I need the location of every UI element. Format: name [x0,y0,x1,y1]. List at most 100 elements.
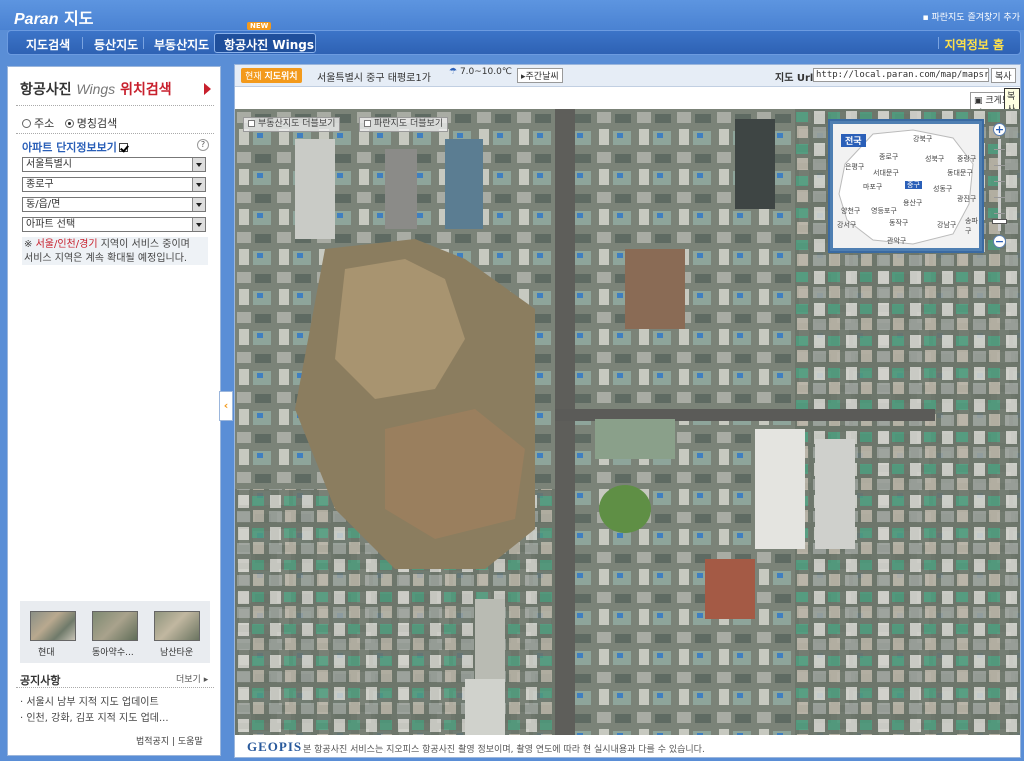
thumb-image-hyundai[interactable] [30,611,76,641]
paran-overlay-toggle[interactable]: 파란지도 더블보기 [359,117,449,132]
overview-tag[interactable]: 전국 [841,134,866,147]
nav-divider [82,37,83,49]
nav-divider [938,37,939,49]
weather-icon: ☂ [449,67,458,77]
dropdown-arrow-icon [192,198,205,211]
logo-service: 지도 [64,9,94,28]
district-label[interactable]: 강북구 [913,134,932,144]
district-label[interactable]: 양천구 [841,206,860,216]
district-label[interactable]: 종로구 [879,152,898,162]
radio-name-label: 명칭검색 [76,117,118,130]
top-bar: Paran 지도 ▪ 파란지도 즐겨찾기 추가 [0,0,1024,30]
realty-overlay-toggle[interactable]: 부동산지도 더블보기 [243,117,341,132]
weather-temp: 7.0~10.0℃ [459,67,512,77]
zoom-track[interactable] [998,139,1001,231]
zoom-control: + − [987,119,1011,253]
curloc-strong: 지도위치 [264,72,298,82]
apt-info-toggle: 아파트 단지정보보기 [22,139,128,155]
district-label[interactable]: 성동구 [933,184,952,194]
district-label[interactable]: 중랑구 [957,154,976,164]
highlight-text: 중구 [905,181,922,189]
radio-name-search[interactable] [64,119,74,128]
legal-link[interactable]: 법적공지 [136,737,169,747]
nav-aerial-wings[interactable]: 항공사진 Wings [224,36,314,53]
district-label[interactable]: 동작구 [889,218,908,228]
curloc-label: 현재 [245,72,262,82]
title-search: 위치검색 [120,82,172,98]
divider [16,105,214,106]
map-footer: GEOPIS 본 항공사진 서비스는 지오피스 항공사진 촬영 정보이며, 촬영… [235,737,1020,757]
thumb-label[interactable]: 현대 [38,645,55,658]
divider [16,133,214,134]
collapse-panel-button[interactable]: ‹ [219,391,233,421]
thumb-image-namsan[interactable] [154,611,200,641]
district-label[interactable]: 송파구 [965,216,979,236]
weekly-weather-button[interactable]: ▸주간날씨 [517,68,563,83]
help-link[interactable]: 도움말 [178,737,203,747]
help-icon[interactable]: ? [197,139,209,151]
weather-info: ☂ 7.0~10.0℃ [449,67,512,77]
minimap-canvas: 전국 강북구 종로구 성북구 중랑구 은평구 동대문구 서대문구 마포구 중구 … [833,124,979,248]
announcements-more[interactable]: 더보기 ▸ [176,672,208,685]
aerial-photo-map[interactable]: 부동산지도 더블보기 파란지도 더블보기 전국 강북구 종로구 성북구 중랑구 … [235,109,1020,735]
radio-address[interactable] [22,119,31,128]
panel-arrow-icon[interactable] [204,83,211,95]
more-label: 더보기 [176,675,201,685]
nav-map-search[interactable]: 지도검색 [26,36,70,53]
paran-logo[interactable]: Paran 지도 [14,5,94,29]
thumb-image-donga[interactable] [92,611,138,641]
district-label-highlight[interactable]: 중구 [905,180,922,190]
district-label[interactable]: 광진구 [957,194,976,204]
logo-brand: Paran [14,11,59,28]
copy-url-button[interactable]: 복사 [991,68,1016,83]
dropdown-arrow-icon [192,178,205,191]
zoom-slider-handle[interactable] [992,219,1007,224]
select-apartment-value: 아파트 선택 [26,219,76,230]
select-city[interactable]: 서울특별시 [22,157,206,172]
divider [16,687,214,688]
district-label[interactable]: 마포구 [863,182,882,192]
paran-overlay-label: 파란지도 더블보기 [374,119,444,129]
current-location-badge: 현재 지도위치 [241,68,302,83]
radio-address-label: 주소 [34,117,55,130]
dropdown-arrow-icon [192,218,205,231]
select-district[interactable]: 종로구 [22,177,206,192]
favorites-link[interactable]: ▪ 파란지도 즐겨찾기 추가 [923,10,1021,23]
map-container: 현재 지도위치 서울특별시 중구 태평로1가 ☂ 7.0~10.0℃ ▸주간날씨… [234,64,1021,758]
geopis-logo: GEOPIS [247,739,303,754]
district-label[interactable]: 영등포구 [871,206,897,216]
nav-realty-map[interactable]: 부동산지도 [154,36,209,53]
nav-hiking-map[interactable]: 등산지도 [94,36,138,53]
overview-minimap[interactable]: 전국 강북구 종로구 성북구 중랑구 은평구 동대문구 서대문구 마포구 중구 … [828,119,984,253]
thumb-label[interactable]: 남산타운 [160,645,193,658]
apt-info-checkbox[interactable] [118,143,128,152]
select-apartment[interactable]: 아파트 선택 [22,217,206,232]
zoom-tick [994,165,1005,166]
district-label[interactable]: 용산구 [903,198,922,208]
zoom-out-icon[interactable]: − [993,235,1006,248]
checkbox-icon [364,120,371,127]
district-label[interactable]: 서대문구 [873,168,899,178]
map-url-field[interactable]: http://local.paran.com/map/mapsrch_w [813,68,989,82]
announcement-item[interactable]: · 서울시 남부 지적 지도 업데이트 [20,693,159,708]
notice-highlight: 서울/인천/경기 [35,239,98,250]
map-url-label: 지도 Url [775,73,814,84]
thumb-label[interactable]: 동아약수... [92,645,134,658]
district-label[interactable]: 강서구 [837,220,856,230]
select-dong-value: 동/읍/면 [26,199,61,210]
district-label[interactable]: 은평구 [845,162,864,172]
district-label[interactable]: 관악구 [887,236,906,246]
district-label[interactable]: 강남구 [937,220,956,230]
district-label[interactable]: 동대문구 [947,168,973,178]
apartment-thumbnails: 현대 동아약수... 남산타운 [20,601,210,663]
zoom-in-icon[interactable]: + [993,123,1006,136]
service-notice: ※ 서울/인천/경기 지역이 서비스 중이며 서비스 지역은 계속 확대될 예정… [22,237,208,265]
select-district-value: 종로구 [26,179,54,190]
region-info-home[interactable]: 지역정보 홈 [945,36,1004,53]
announcement-item[interactable]: · 인천, 강화, 김포 지적 지도 업데... [20,709,169,724]
select-dong[interactable]: 동/읍/면 [22,197,206,212]
panel-footer-links: 법적공지 | 도움말 [136,737,203,747]
apt-info-label: 아파트 단지정보보기 [22,141,117,154]
district-label[interactable]: 성북구 [925,154,944,164]
zoom-tick [994,197,1005,198]
